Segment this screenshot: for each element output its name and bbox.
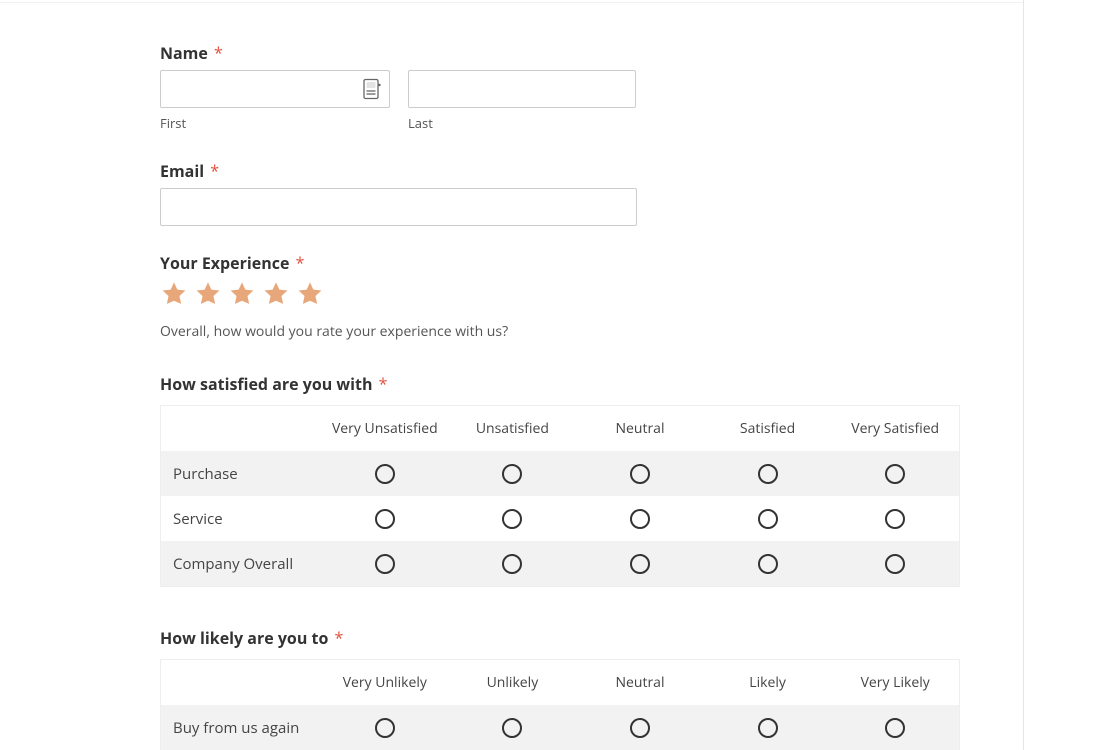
satisfaction-section: How satisfied are you with * Very Unsati… xyxy=(160,373,960,587)
radio-option[interactable] xyxy=(502,509,522,529)
row-label: Purchase xyxy=(161,451,321,496)
radio-option[interactable] xyxy=(630,509,650,529)
table-row: Service xyxy=(161,496,959,541)
satisfaction-col-header: Very Satisfied xyxy=(831,406,959,451)
radio-option[interactable] xyxy=(375,554,395,574)
star-rating xyxy=(160,280,960,308)
radio-option[interactable] xyxy=(758,718,778,738)
radio-option[interactable] xyxy=(375,464,395,484)
table-row: Purchase xyxy=(161,451,959,496)
satisfaction-col-header: Unsatisfied xyxy=(449,406,577,451)
last-name-input[interactable] xyxy=(408,70,636,108)
satisfaction-col-header: Satisfied xyxy=(704,406,832,451)
radio-option[interactable] xyxy=(502,718,522,738)
experience-required-star: * xyxy=(296,252,305,274)
email-label-text: Email xyxy=(160,160,204,182)
satisfaction-header-row: Very Unsatisfied Unsatisfied Neutral Sat… xyxy=(161,406,959,451)
satisfaction-required-star: * xyxy=(379,373,388,395)
name-required-star: * xyxy=(214,42,223,64)
star-icon[interactable] xyxy=(160,280,188,308)
experience-section: Your Experience * xyxy=(160,252,960,341)
radio-option[interactable] xyxy=(758,464,778,484)
form-panel: Name * xyxy=(0,0,1024,750)
table-row: Company Overall xyxy=(161,541,959,586)
email-required-star: * xyxy=(210,160,219,182)
radio-option[interactable] xyxy=(375,509,395,529)
radio-option[interactable] xyxy=(758,554,778,574)
first-name-sublabel: First xyxy=(160,114,390,132)
likelihood-label-text: How likely are you to xyxy=(160,627,328,649)
radio-option[interactable] xyxy=(630,554,650,574)
likelihood-table: Very Unlikely Unlikely Neutral Likely Ve… xyxy=(160,659,960,750)
radio-option[interactable] xyxy=(885,464,905,484)
satisfaction-col-header: Very Unsatisfied xyxy=(321,406,449,451)
experience-label-text: Your Experience xyxy=(160,252,289,274)
likelihood-header-blank xyxy=(161,660,321,705)
experience-label: Your Experience * xyxy=(160,252,960,274)
satisfaction-header-blank xyxy=(161,406,321,451)
name-label: Name * xyxy=(160,42,960,64)
star-icon[interactable] xyxy=(296,280,324,308)
email-input[interactable] xyxy=(160,188,637,226)
likelihood-label: How likely are you to * xyxy=(160,627,960,649)
radio-option[interactable] xyxy=(630,718,650,738)
likelihood-col-header: Neutral xyxy=(576,660,704,705)
radio-option[interactable] xyxy=(885,554,905,574)
first-name-input[interactable] xyxy=(160,70,390,108)
email-section: Email * xyxy=(160,160,960,226)
radio-option[interactable] xyxy=(502,554,522,574)
likelihood-required-star: * xyxy=(335,627,344,649)
name-label-text: Name xyxy=(160,42,208,64)
radio-option[interactable] xyxy=(885,509,905,529)
name-section: Name * xyxy=(160,42,960,132)
top-divider xyxy=(0,2,1023,3)
likelihood-header-row: Very Unlikely Unlikely Neutral Likely Ve… xyxy=(161,660,959,705)
radio-option[interactable] xyxy=(885,718,905,738)
satisfaction-col-header: Neutral xyxy=(576,406,704,451)
star-icon[interactable] xyxy=(194,280,222,308)
likelihood-col-header: Unlikely xyxy=(449,660,577,705)
likelihood-section: How likely are you to * Very Unlikely Un… xyxy=(160,627,960,750)
email-label: Email * xyxy=(160,160,960,182)
likelihood-col-header: Very Unlikely xyxy=(321,660,449,705)
row-label: Company Overall xyxy=(161,541,321,586)
radio-option[interactable] xyxy=(758,509,778,529)
radio-option[interactable] xyxy=(630,464,650,484)
radio-option[interactable] xyxy=(502,464,522,484)
likelihood-col-header: Likely xyxy=(704,660,832,705)
star-icon[interactable] xyxy=(262,280,290,308)
row-label: Service xyxy=(161,496,321,541)
radio-option[interactable] xyxy=(375,718,395,738)
satisfaction-label: How satisfied are you with * xyxy=(160,373,960,395)
likelihood-col-header: Very Likely xyxy=(831,660,959,705)
table-row: Buy from us again xyxy=(161,705,959,750)
last-name-sublabel: Last xyxy=(408,114,636,132)
experience-help-text: Overall, how would you rate your experie… xyxy=(160,322,960,341)
row-label: Buy from us again xyxy=(161,705,321,750)
satisfaction-label-text: How satisfied are you with xyxy=(160,373,372,395)
satisfaction-table: Very Unsatisfied Unsatisfied Neutral Sat… xyxy=(160,405,960,587)
star-icon[interactable] xyxy=(228,280,256,308)
